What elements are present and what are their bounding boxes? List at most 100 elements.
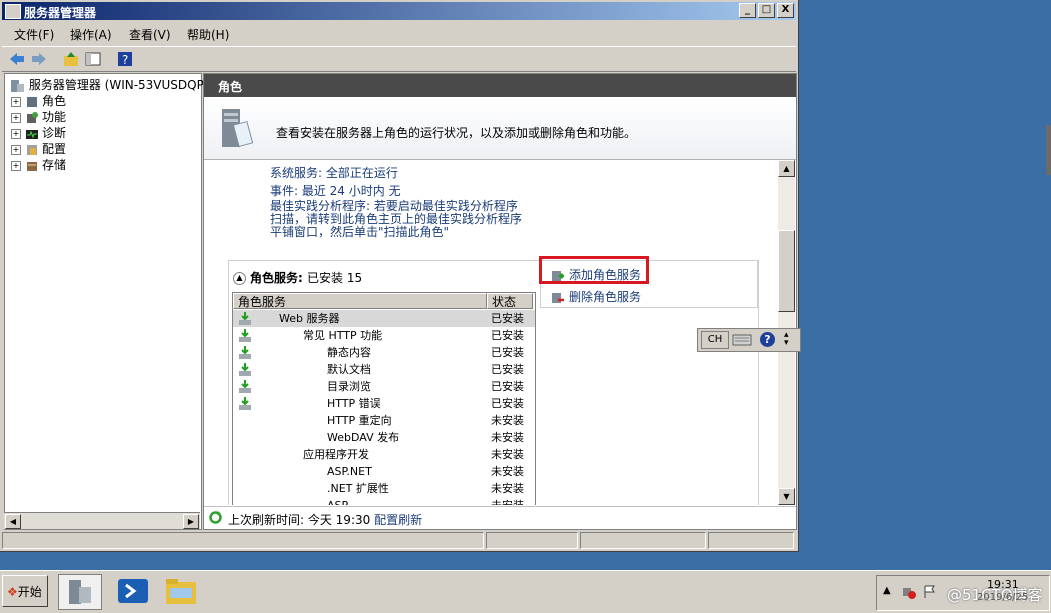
tree-item-label: 诊断 [42,126,67,140]
tree-horizontal-scrollbar[interactable]: ◀ ▶ [4,512,200,529]
minimize-button[interactable]: _ [739,3,756,18]
clock-time[interactable]: 19:31 [987,578,1019,591]
remove-role-services-label: 删除角色服务 [569,290,642,304]
up-folder-icon[interactable] [62,50,80,68]
scroll-left-icon[interactable]: ◀ [5,514,21,529]
configuration-icon [27,144,37,155]
role-services-count: 已安装 15 [307,271,363,285]
scroll-right-icon[interactable]: ▶ [183,514,199,529]
expand-icon[interactable]: + [11,112,21,123]
window-title: 服务器管理器 [24,6,97,20]
server-roles-icon [222,109,254,148]
role-service-name: ASP [327,497,348,505]
roles-description: 查看安装在服务器上角色的运行状况，以及添加或删除角色和功能。 [276,126,637,140]
help-icon[interactable]: ? [116,50,134,68]
title-bar[interactable]: 服务器管理器 _ □ X [2,2,796,20]
pane-title: 角色 [218,80,243,94]
tree-item-label: 配置 [42,142,67,156]
role-service-name: 静态内容 [327,346,371,359]
langbar-options-icon[interactable]: ▴ ▾ [784,331,789,348]
status-panel-1 [2,532,484,549]
column-header-role-service[interactable]: 角色服务 [233,293,487,309]
role-service-name: 常见 HTTP 功能 [303,329,383,342]
tree-item-roles[interactable]: + 角色 [11,92,66,109]
role-service-status: 已安装 [491,363,524,376]
flag-icon[interactable] [923,584,937,600]
tray-expand-icon[interactable]: ▲ [883,585,891,596]
tree-item-storage[interactable]: + 存储 [11,156,66,173]
table-row[interactable]: HTTP 错误 已安装 [233,395,535,412]
expand-icon[interactable]: + [11,160,21,171]
menu-file[interactable]: 文件(F) [14,26,54,43]
window-status-bar [2,531,796,549]
expand-icon[interactable]: + [11,96,21,107]
role-service-status: 未安装 [491,414,524,427]
column-header-status[interactable]: 状态 [487,293,533,309]
table-row[interactable]: ASP 未安装 [233,497,535,505]
tree-item-label: 角色 [42,94,67,108]
server-manager-taskbar-icon[interactable] [58,574,102,610]
roles-pane: 角色 查看安装在服务器上角色的运行状况，以及添加或删除角色和功能。 系统服务: … [203,73,797,530]
menu-action[interactable]: 操作(A) [70,26,112,43]
table-row[interactable]: 目录浏览 已安装 [233,378,535,395]
last-refresh-text: 上次刷新时间: 今天 19:30 [228,513,371,527]
table-row[interactable]: .NET 扩展性 未安装 [233,480,535,497]
roles-content: 系统服务: 全部正在运行 事件: 最近 24 小时内 无 最佳实践分析程序: 若… [204,160,778,505]
table-row[interactable]: HTTP 重定向 未安装 [233,412,535,429]
maximize-button[interactable]: □ [758,3,775,18]
status-panel-4 [708,532,794,549]
server-icon [11,79,24,92]
tree-item-features[interactable]: + 功能 [11,108,66,125]
remove-role-services-icon [552,292,564,303]
svg-text:?: ? [122,53,128,67]
refresh-icon[interactable] [208,510,223,525]
tree-item-label: 功能 [42,110,67,124]
show-hide-tree-icon[interactable] [84,50,102,68]
installed-icon [239,380,251,393]
expand-icon[interactable]: + [11,144,21,155]
server-manager-icon [5,4,21,19]
table-row[interactable]: ASP.NET 未安装 [233,463,535,480]
network-icon[interactable] [901,584,917,600]
scroll-down-icon[interactable]: ▼ [778,488,795,505]
remove-role-services-link[interactable]: 删除角色服务 [551,288,641,305]
configure-refresh-link[interactable]: 配置刷新 [374,513,422,527]
role-services-header[interactable]: ▲ 角色服务: 已安装 15 [233,269,362,286]
refresh-status: 上次刷新时间: 今天 19:30 配置刷新 [204,506,796,529]
role-service-name: HTTP 重定向 [327,414,392,427]
table-row[interactable]: 静态内容 已安装 [233,344,535,361]
system-services-status: 系统服务: 全部正在运行 [270,166,398,180]
table-row[interactable]: 默认文档 已安装 [233,361,535,378]
table-row[interactable]: Web 服务器 已安装 [233,310,535,327]
table-row[interactable]: 应用程序开发 未安装 [233,446,535,463]
close-button[interactable]: X [777,3,794,18]
scroll-up-icon[interactable]: ▲ [778,160,795,177]
tree-root[interactable]: 服务器管理器 (WIN-53VUSDQP5S [9,76,219,93]
menu-help[interactable]: 帮助(H) [187,26,229,43]
powershell-icon[interactable] [112,574,154,608]
role-service-status: 未安装 [491,431,524,444]
table-row[interactable]: WebDAV 发布 未安装 [233,429,535,446]
tree-item-diagnostics[interactable]: + 诊断 [11,124,66,141]
storage-icon [27,161,37,171]
collapse-icon[interactable]: ▲ [233,272,246,285]
explorer-folder-icon[interactable] [160,574,202,608]
clock-date[interactable]: 2019/6/25 [977,592,1028,603]
forward-arrow-icon[interactable] [30,50,48,68]
langbar-help-button[interactable]: ? [760,332,775,347]
start-button[interactable]: ❖开始 [2,575,48,607]
keyboard-icon[interactable] [732,332,752,347]
scroll-thumb[interactable] [778,230,795,312]
highlight-box [539,256,649,284]
expand-icon[interactable]: + [11,128,21,139]
role-service-name: Web 服务器 [279,312,340,325]
menu-view[interactable]: 查看(V) [129,26,171,43]
status-panel-3 [580,532,706,549]
tree-item-configuration[interactable]: + 配置 [11,140,66,157]
role-service-status: 未安装 [491,497,524,505]
language-button[interactable]: CH [701,331,729,349]
back-arrow-icon[interactable] [8,50,26,68]
table-row[interactable]: 常见 HTTP 功能 已安装 [233,327,535,344]
server-manager-window: 服务器管理器 _ □ X 文件(F) 操作(A) 查看(V) 帮助(H) ? 服… [0,0,799,552]
pane-header: 角色 [204,74,796,97]
